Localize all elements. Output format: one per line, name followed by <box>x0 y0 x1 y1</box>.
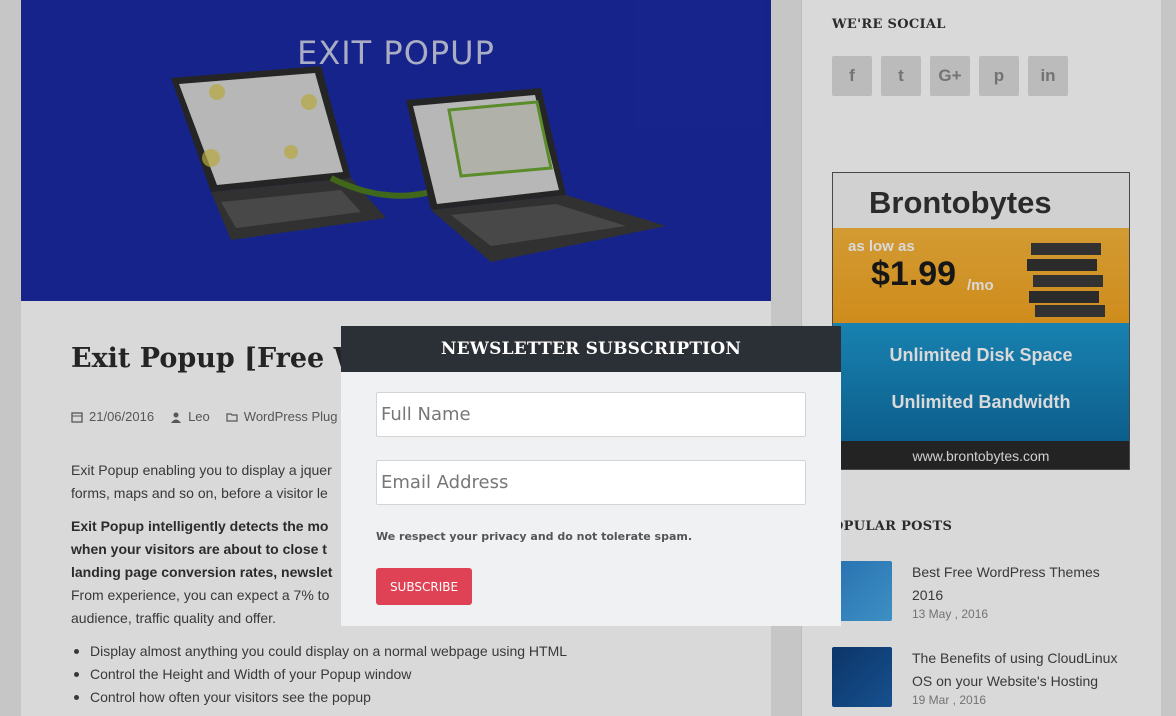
newsletter-modal: NEWSLETTER SUBSCRIPTION We respect your … <box>341 326 841 626</box>
subscribe-button[interactable]: SUBSCRIBE <box>376 568 472 605</box>
privacy-note: We respect your privacy and do not toler… <box>376 530 693 543</box>
modal-title: NEWSLETTER SUBSCRIPTION <box>341 326 841 372</box>
full-name-input[interactable] <box>376 392 806 437</box>
email-address-input[interactable] <box>376 460 806 505</box>
